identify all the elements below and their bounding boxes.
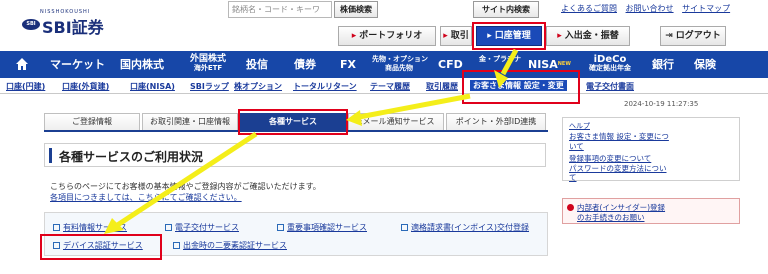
subnav-e-delivery[interactable]: 電子交付書面 <box>586 81 634 92</box>
subnav-theme[interactable]: テーマ履歴 <box>370 81 410 92</box>
arrow-icon: ▸ <box>557 31 562 41</box>
new-badge: NEW <box>557 61 571 67</box>
top-links: よくあるご質問 お問い合わせ サイトマップ <box>561 3 736 14</box>
nav-futures[interactable]: 先物・オプション 商品先物 <box>372 51 428 78</box>
account-sub-nav: 口座(円建) 口座(外貨建) 口座(NISA) SBIラップ 株オプション トー… <box>0 78 768 94</box>
service-e-delivery[interactable]: 電子交付サービス <box>165 222 239 233</box>
service-label: 重要事項確認サービス <box>287 223 367 232</box>
checkbox-icon <box>173 242 180 249</box>
subnav-yen[interactable]: 口座(円建) <box>6 81 45 92</box>
nav-insurance[interactable]: 保険 <box>694 51 716 78</box>
tab-trading-info[interactable]: お取引関連・口座情報 <box>142 113 238 130</box>
nav-foreign-sub: 海外ETF <box>193 64 223 72</box>
deposit-label: 入出金・振替 <box>564 31 619 41</box>
nav-bonds[interactable]: 債券 <box>294 51 316 78</box>
sbi-logo[interactable]: NISSHOKOUSHI SBI SBI証券 <box>22 9 112 39</box>
sitemap-link[interactable]: サイトマップ <box>682 4 730 13</box>
nav-foreign-stock-label: 外国株式 <box>189 54 226 64</box>
subnav-history[interactable]: 取引履歴 <box>426 81 458 92</box>
subnav-foreign[interactable]: 口座(外貨建) <box>62 81 109 92</box>
service-label: 有料情報サービス <box>63 223 127 232</box>
nav-ideco-sub: 確定拠出年金 <box>589 64 631 72</box>
highlight-device-auth <box>40 234 162 260</box>
subnav-option[interactable]: 株オプション <box>234 81 282 92</box>
deposit-transfer-button[interactable]: ▸ 入出金・振替 <box>546 26 630 46</box>
nav-market[interactable]: マーケット <box>50 51 105 78</box>
tab-points-external-id[interactable]: ポイント・外部ID連携 <box>446 113 546 130</box>
page-heading: 各種サービスのご利用状況 <box>44 143 546 167</box>
checkbox-icon <box>165 224 172 231</box>
tab-registration-info[interactable]: ご登録情報 <box>44 113 140 130</box>
site-search-button[interactable]: サイト内検索 <box>473 1 539 18</box>
service-label: 電子交付サービス <box>175 223 239 232</box>
nav-foreign-stock[interactable]: 外国株式 海外ETF <box>186 51 230 78</box>
subnav-wrap[interactable]: SBIラップ <box>190 81 229 92</box>
global-nav: マーケット 国内株式 外国株式 海外ETF 投信 債券 FX 先物・オプション 商品… <box>0 51 768 78</box>
subnav-total-return[interactable]: トータルリターン <box>293 81 357 92</box>
arrow-icon: ▸ <box>443 31 448 41</box>
home-icon[interactable] <box>15 57 29 71</box>
nav-domestic-stock[interactable]: 国内株式 <box>120 51 164 78</box>
highlight-services-tab <box>238 109 348 135</box>
trade-button[interactable]: ▸ 取引 <box>440 26 472 46</box>
contact-link[interactable]: お問い合わせ <box>626 4 674 13</box>
arrow-icon: ▸ <box>351 31 357 41</box>
insider-line-2: のお手続きのお願い <box>577 213 645 222</box>
portfolio-button[interactable]: ▸ ポートフォリオ <box>338 26 436 46</box>
nav-bank[interactable]: 銀行 <box>652 51 674 78</box>
highlight-account-button <box>472 22 546 50</box>
nav-ideco[interactable]: iDeCo 確定拠出年金 <box>584 51 636 78</box>
alert-icon <box>567 204 574 211</box>
nav-fx[interactable]: FX <box>340 51 356 78</box>
trade-label: 取引 <box>450 31 469 41</box>
body-text: こちらのページにてお客様の基本情報やご登録内容がご確認いただけます。 <box>50 182 321 191</box>
service-paid-info[interactable]: 有料情報サービス <box>53 222 127 233</box>
service-label: 出金時の二要素認証サービス <box>183 241 287 250</box>
help-link-3[interactable]: パスワードの変更方法につい <box>569 163 667 174</box>
help-title[interactable]: ヘルプ <box>569 121 590 131</box>
checkbox-icon <box>401 224 408 231</box>
logout-label: ログアウト <box>675 31 721 41</box>
checkbox-icon <box>53 224 60 231</box>
nav-futures-label: 先物・オプション <box>372 55 428 63</box>
page-title: 各種サービスのご利用状況 <box>59 150 204 164</box>
nav-cfd[interactable]: CFD <box>438 51 463 78</box>
nav-gold-label: 金・プラチナ <box>479 55 521 63</box>
service-label: 適格請求書(インボイス)交付登録 <box>411 223 530 232</box>
service-important-notice[interactable]: 重要事項確認サービス <box>277 222 367 233</box>
help-box: ヘルプ お客さま情報 設定・変更につ いて 登録事項の変更について パスワードの… <box>562 117 740 183</box>
logo-name: SBI証券 <box>42 18 104 37</box>
subnav-nisa[interactable]: 口座(NISA) <box>130 81 175 92</box>
body-link[interactable]: 各項目につきましては、こちらにてご確認ください。 <box>50 192 242 203</box>
service-invoice[interactable]: 適格請求書(インボイス)交付登録 <box>401 222 529 233</box>
nav-ideco-label: iDeCo <box>593 54 627 65</box>
insider-box[interactable]: 内部者(インサイダー)登録 のお手続きのお願い <box>562 198 740 224</box>
nav-futures-sub: 商品先物 <box>385 64 413 72</box>
help-link-3b[interactable]: て <box>569 172 577 183</box>
help-link-1[interactable]: お客さま情報 設定・変更につ <box>569 131 669 142</box>
logo-badge: SBI <box>22 19 40 30</box>
tab-email-notifications[interactable]: Eメール通知サービス <box>348 113 444 130</box>
logout-button[interactable]: ⇥ ログアウト <box>660 26 726 46</box>
nav-funds[interactable]: 投信 <box>246 51 268 78</box>
service-withdrawal-2fa[interactable]: 出金時の二要素認証サービス <box>173 240 287 251</box>
stock-search-input[interactable]: 銘柄名・コード・キーワ <box>228 1 332 18</box>
checkbox-icon <box>277 224 284 231</box>
faq-link[interactable]: よくあるご質問 <box>561 4 617 13</box>
timestamp: 2024-10-19 11:27:35 <box>624 100 699 108</box>
help-link-1b[interactable]: いて <box>569 141 584 152</box>
stock-search-button[interactable]: 株価検索 <box>334 1 378 18</box>
logout-icon: ⇥ <box>665 31 673 41</box>
portfolio-label: ポートフォリオ <box>359 31 423 41</box>
heading-bar <box>49 148 52 163</box>
highlight-customer-info <box>462 70 580 104</box>
